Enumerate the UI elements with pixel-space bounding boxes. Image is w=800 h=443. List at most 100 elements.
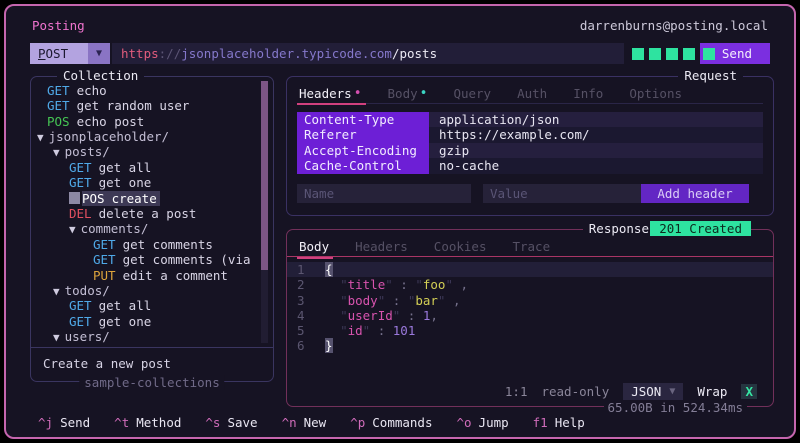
response-tab-body[interactable]: Body xyxy=(299,236,329,257)
format-select[interactable]: JSON ▼ xyxy=(623,383,683,400)
header-row[interactable]: Cache-Controlno-cache xyxy=(297,158,763,173)
method-label: POST xyxy=(30,46,88,61)
collection-item[interactable]: GETget comments xyxy=(31,237,273,252)
keybinding-save[interactable]: ^sSave xyxy=(205,415,257,430)
tree-expanded-icon[interactable]: ▼ xyxy=(53,331,60,344)
keybinding-label: Method xyxy=(136,415,181,430)
collection-folder[interactable]: ▼jsonplaceholder/ xyxy=(31,129,273,144)
keybinding-key: ^t xyxy=(114,415,129,430)
keybinding-label: Send xyxy=(60,415,90,430)
keybinding-label: Jump xyxy=(479,415,509,430)
keybinding-new[interactable]: ^nNew xyxy=(282,415,327,430)
format-value: JSON xyxy=(631,384,661,399)
collection-scrollbar[interactable] xyxy=(261,81,268,343)
collection-item[interactable]: GETget random user xyxy=(31,98,273,113)
wrap-checkbox[interactable]: X xyxy=(741,384,757,399)
request-tab-info[interactable]: Info xyxy=(573,83,603,103)
collection-item[interactable]: GET echo xyxy=(31,83,273,98)
account-label: darrenburns@posting.local xyxy=(580,18,768,33)
collection-item[interactable]: GETget comments (via xyxy=(31,252,273,267)
collection-item[interactable]: GETget all xyxy=(31,160,273,175)
folder-name: posts/ xyxy=(65,144,110,159)
line-number: 5 xyxy=(287,323,317,338)
header-value-cell: no-cache xyxy=(429,158,499,173)
request-name: get all xyxy=(99,160,152,175)
line-number: 6 xyxy=(287,338,317,353)
header-row[interactable]: Refererhttps://example.com/ xyxy=(297,127,763,142)
request-panel-title: Request xyxy=(678,68,743,83)
code-line: 2 "title" : "foo" , xyxy=(287,277,773,292)
url-host: jsonplaceholder.typicode.com xyxy=(181,46,392,61)
request-tab-options[interactable]: Options xyxy=(629,83,682,103)
collection-folder[interactable]: ▼users/ xyxy=(31,329,273,344)
method-badge: GET xyxy=(93,237,116,252)
collection-name-label: sample-collections xyxy=(79,375,224,390)
request-panel: Request Headers•Body•QueryAuthInfoOption… xyxy=(286,76,774,216)
tree-expanded-icon[interactable]: ▼ xyxy=(69,223,76,236)
request-tab-headers[interactable]: Headers• xyxy=(299,83,362,103)
request-name: edit a comment xyxy=(123,268,228,283)
method-select[interactable]: POST ▼ xyxy=(30,43,110,64)
method-badge: GET xyxy=(47,83,70,98)
keybinding-send[interactable]: ^j Send xyxy=(38,415,90,430)
header-name-input[interactable] xyxy=(297,184,471,203)
collection-tree[interactable]: GET echoGETget random userPOSecho post▼js… xyxy=(31,77,273,347)
collection-item[interactable]: PUTedit a comment xyxy=(31,268,273,283)
method-badge: DEL xyxy=(69,206,92,221)
dropdown-arrow-icon[interactable]: ▼ xyxy=(88,43,110,64)
cursor-position: 1:1 xyxy=(505,384,528,399)
collection-item[interactable]: GETget one xyxy=(31,175,273,190)
collection-folder[interactable]: ▼ posts/ xyxy=(31,145,273,160)
title-bar: Posting darrenburns@posting.local xyxy=(6,6,794,37)
line-number: 2 xyxy=(287,277,317,292)
request-tab-body[interactable]: Body• xyxy=(388,83,428,103)
url-path: /posts xyxy=(392,46,437,61)
tree-expanded-icon[interactable]: ▼ xyxy=(53,285,60,298)
status-badge: 201 Created xyxy=(650,221,751,236)
method-badge: GET xyxy=(69,314,92,329)
request-tab-query[interactable]: Query xyxy=(453,83,491,103)
trace-block-icon xyxy=(666,48,678,60)
keybinding-commands[interactable]: ^pCommands xyxy=(350,415,432,430)
header-value-input[interactable] xyxy=(483,184,641,203)
line-number: 1 xyxy=(287,262,317,277)
keybinding-jump[interactable]: ^oJump xyxy=(456,415,508,430)
collection-item[interactable]: GETget all xyxy=(31,298,273,313)
collection-item[interactable]: POScreate xyxy=(31,191,273,206)
editor-status-bar: 1:1 read-only JSON ▼ Wrap X xyxy=(287,380,773,402)
modified-dot-icon: • xyxy=(354,86,362,101)
header-row[interactable]: Accept-Encodinggzip xyxy=(297,143,763,158)
collection-item[interactable]: POSecho post xyxy=(31,114,273,129)
trace-block-icon xyxy=(649,48,661,60)
trace-block-icon xyxy=(683,48,695,60)
keybinding-method[interactable]: ^t Method xyxy=(114,415,181,430)
scrollbar-thumb[interactable] xyxy=(261,81,268,270)
add-header-row: Add header xyxy=(297,184,763,203)
collection-folder[interactable]: ▼todos/ xyxy=(31,283,273,298)
code-line: 4 "userId" : 1, xyxy=(287,308,773,323)
keybinding-help[interactable]: f1Help xyxy=(533,415,585,430)
header-row[interactable]: Content-Typeapplication/json xyxy=(297,112,763,127)
response-panel: Response 201 Created BodyHeadersCookiesT… xyxy=(286,229,774,407)
response-tab-headers[interactable]: Headers xyxy=(355,236,408,257)
right-column: Request Headers•Body•QueryAuthInfoOption… xyxy=(286,76,774,407)
tree-expanded-icon[interactable]: ▼ xyxy=(37,131,44,144)
request-name: echo post xyxy=(77,114,145,129)
response-body-editor[interactable]: 1{2 "title" : "foo" ,3 "body" : "bar" ,4… xyxy=(287,257,773,380)
wrap-label: Wrap xyxy=(697,384,727,399)
code-line: 3 "body" : "bar" , xyxy=(287,293,773,308)
url-input[interactable]: https://jsonplaceholder.typicode.com/pos… xyxy=(112,43,624,64)
request-tab-auth[interactable]: Auth xyxy=(517,83,547,103)
collection-folder[interactable]: ▼comments/ xyxy=(31,222,273,237)
collection-item[interactable]: DELdelete a post xyxy=(31,206,273,221)
request-name: get one xyxy=(99,314,152,329)
request-name: echo xyxy=(77,83,107,98)
keybinding-key: ^j xyxy=(38,415,53,430)
tree-expanded-icon[interactable]: ▼ xyxy=(53,146,60,159)
send-button[interactable]: Send xyxy=(700,43,770,64)
request-name: get one xyxy=(99,175,152,190)
add-header-button[interactable]: Add header xyxy=(641,184,749,203)
collection-item[interactable]: GET get one xyxy=(31,314,273,329)
response-tab-trace[interactable]: Trace xyxy=(512,236,550,257)
response-tab-cookies[interactable]: Cookies xyxy=(434,236,487,257)
